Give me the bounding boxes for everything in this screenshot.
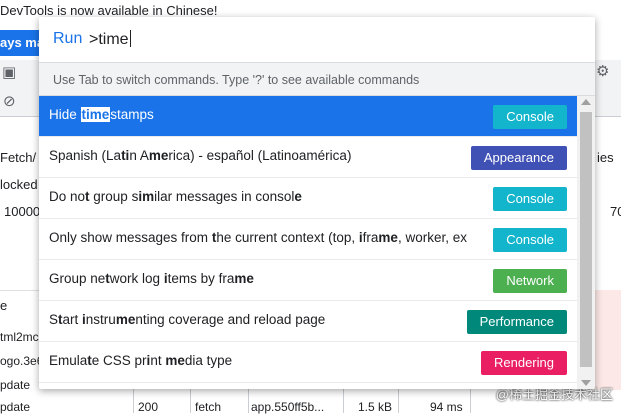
label-segment: stamps [110,107,154,122]
command-item-label: Emulate CSS print media type [49,353,489,368]
command-category-badge: Network [493,269,567,293]
request-time: 94 ms [430,400,463,414]
request-status: 200 [138,400,159,414]
label-segment: S [49,312,59,327]
column-header-name: e [0,298,8,313]
command-category-badge: Console [493,228,567,252]
label-segment: Spanish (La [49,148,122,163]
command-item[interactable]: Spanish (Latin America) - español (Latin… [39,137,577,178]
label-segment: Group ne [49,271,106,286]
command-item[interactable]: Only show messages from the current cont… [39,219,577,260]
command-hint-text: Use Tab to switch commands. Type '?' to … [53,73,420,87]
command-item-label: Only show messages from the current cont… [49,230,489,245]
label-segment: rica) - español (Latinoamérica) [168,148,352,163]
command-input-row[interactable]: Run >time [39,17,595,63]
scrollbar-thumb[interactable] [580,112,592,367]
command-query-text: >time [89,31,129,48]
command-list-scrollbar[interactable] [577,96,595,389]
label-segment: art [62,312,83,327]
match-highlight: me [115,312,136,327]
command-input[interactable]: >time [89,30,131,49]
label-segment: nstru [85,312,116,327]
match-highlight: e [294,189,302,204]
label-segment: Do no [49,189,86,204]
command-item[interactable] [39,383,577,389]
more-options-icon[interactable]: ⚙ [596,64,609,79]
label-segment: n A [129,148,149,163]
command-category-badge: Performance [466,310,567,334]
command-category-badge: Rendering [481,351,567,375]
label-segment: Only show messages from [49,230,212,245]
label-segment: , worker, ex [397,230,467,245]
banner-text: DevTools is now available in Chinese! [0,3,218,18]
request-size: 1.5 kB [358,400,393,414]
match-highlight: me [148,148,169,163]
match-highlight: time [80,107,111,122]
label-segment: Hide [49,107,81,122]
command-category-badge: Appearance [470,146,567,170]
command-item[interactable]: Do not group similar messages in console… [39,178,577,219]
label-segment: e CSS pr [91,353,147,368]
clear-icon[interactable]: ⊘ [3,94,16,109]
banner-action-button[interactable]: ays ma [0,30,40,56]
command-item[interactable]: Hide timestamps Console [39,96,577,137]
command-item-label: Hide timestamps [49,107,489,122]
scroll-down-icon[interactable] [581,380,591,386]
request-initiator[interactable]: app.550ff5b... [251,400,324,414]
request-name[interactable]: ogo.3e6 [0,354,43,368]
waterfall-column [593,290,621,390]
label-segment: work log [109,271,164,286]
request-name[interactable]: tml2mc [0,330,39,344]
scroll-up-icon[interactable] [581,99,591,105]
cookies-label: ies [597,150,614,165]
command-hint: Use Tab to switch commands. Type '?' to … [39,63,595,96]
label-segment: fra [362,230,379,245]
match-highlight: me [165,353,185,368]
match-highlight: m [142,189,155,204]
text-caret [129,30,131,47]
label-segment: he current context (top, [216,230,359,245]
command-item[interactable]: Group network log items by frame Network [39,260,577,301]
command-item-label: Start instrumenting coverage and reload … [49,312,489,327]
command-list: Hide timestamps Console Spanish (Latin Ame… [39,96,577,389]
label-segment: Emula [49,353,88,368]
command-item-label: Spanish (Latin America) - español (Latin… [49,148,489,163]
banner-action-label: ays ma [0,35,40,50]
timeline-value: 10000 [4,204,41,219]
dock-side-icon[interactable]: ▣ [2,65,16,80]
match-highlight: me [234,271,254,286]
command-item-label: Do not group similar messages in console [49,189,489,204]
label-segment: group [89,189,132,204]
request-name[interactable]: pdate [0,378,30,392]
label-segment: dia type [184,353,233,368]
timeline-value-right: 70 [610,204,621,219]
label-segment: tems by fra [167,271,235,286]
match-highlight: me [378,230,398,245]
label-segment: nting coverage and reload page [135,312,326,327]
request-name[interactable]: pdate [0,400,30,414]
blocked-label: locked [0,177,38,192]
command-item[interactable]: Start instrumenting coverage and reload … [39,301,577,342]
command-item-label: Group network log items by frame [49,271,489,286]
label-segment: ilar messages in consol [154,189,295,204]
run-label: Run [53,30,83,47]
request-type: fetch [195,400,222,414]
command-menu: Run >time Use Tab to switch commands. Ty… [39,17,595,389]
command-item[interactable]: Emulate CSS print media type Rendering [39,342,577,383]
label-segment: nt [150,353,166,368]
command-category-badge: Console [493,187,567,211]
filter-chip[interactable]: Fetch/ [0,150,36,165]
command-category-badge: Console [493,105,567,129]
